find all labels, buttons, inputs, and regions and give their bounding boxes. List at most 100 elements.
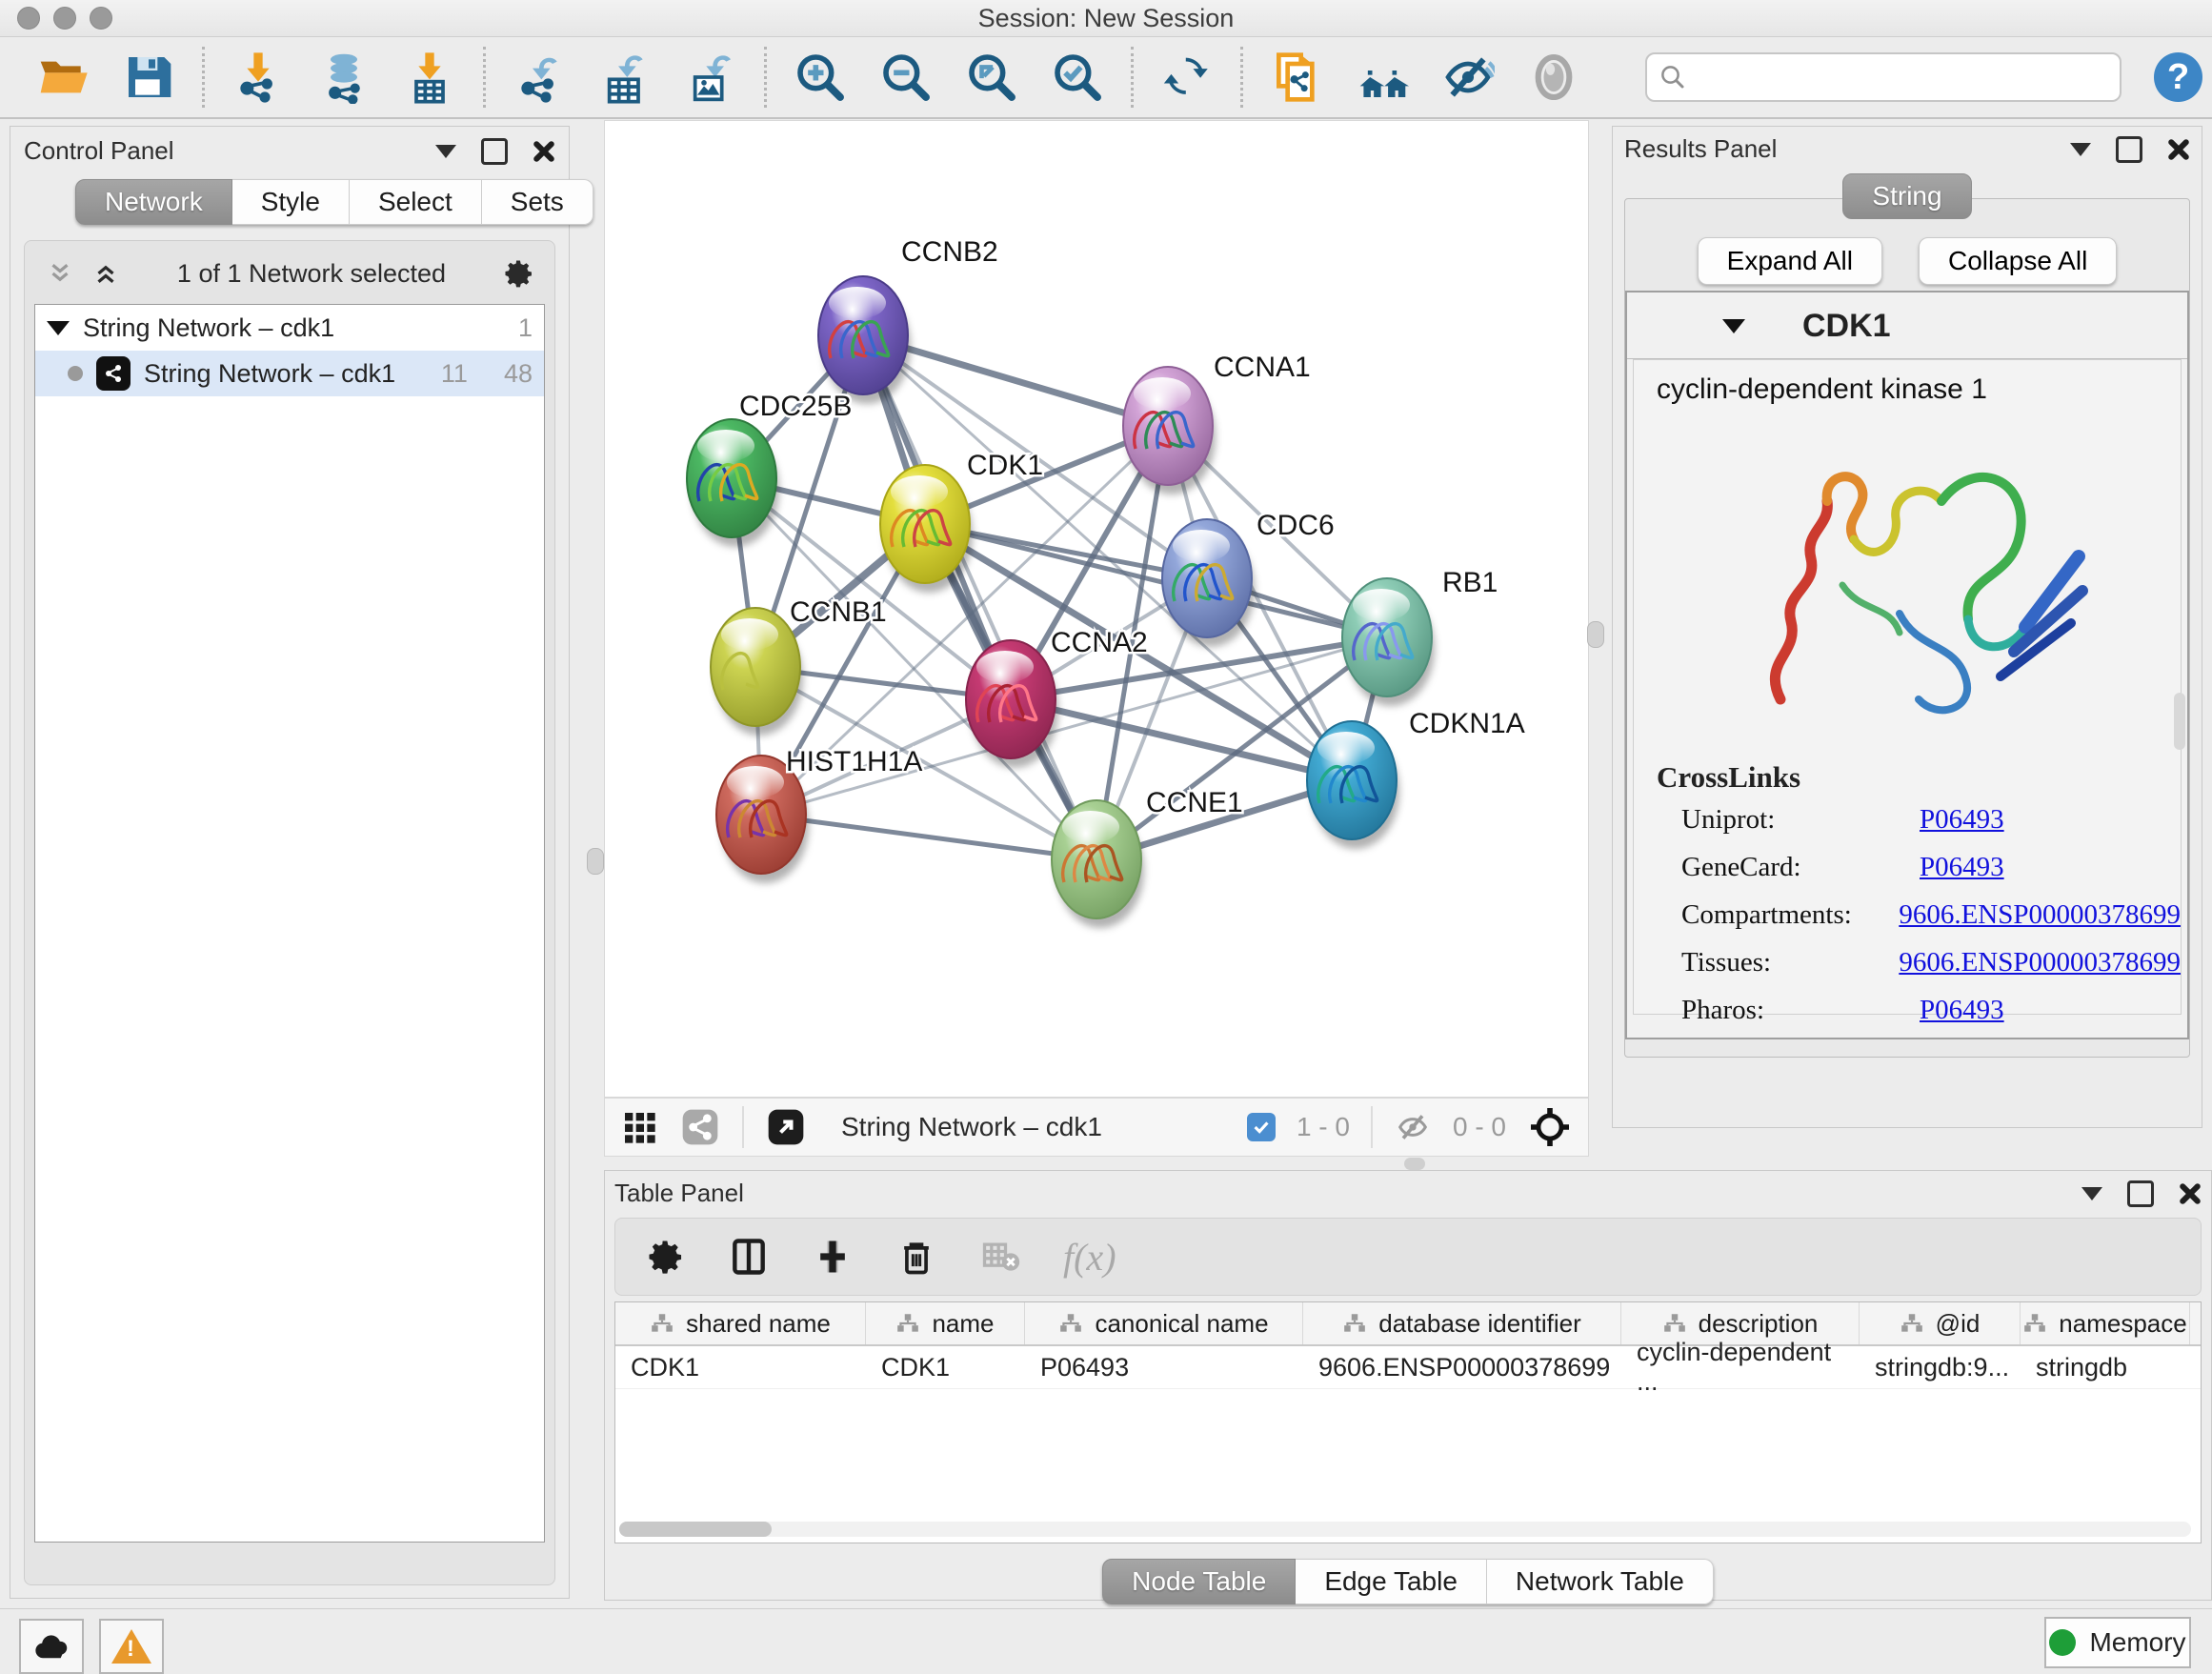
- horizontal-splitter[interactable]: [604, 1157, 2212, 1170]
- table-horizontal-scrollbar[interactable]: [619, 1522, 2191, 1537]
- crosslink-link[interactable]: P06493: [1920, 995, 2004, 1026]
- hide-selected-button[interactable]: [1439, 49, 1497, 106]
- network-canvas[interactable]: CCNB2CCNA1CDC25BCDK1CDC6RB1CCNB1CCNA2CDK…: [604, 120, 1589, 1098]
- node-RB1[interactable]: [1342, 578, 1435, 706]
- crosslink-row: Compartments:9606.ENSP00000378699: [1681, 899, 2181, 931]
- network-graph[interactable]: CCNB2CCNA1CDC25BCDK1CDC6RB1CCNB1CCNA2CDK…: [605, 121, 1588, 1097]
- tab-select[interactable]: Select: [350, 179, 482, 225]
- collapse-all-button[interactable]: Collapse All: [1919, 237, 2117, 285]
- string-home-button[interactable]: [1354, 49, 1411, 106]
- tab-node-table[interactable]: Node Table: [1102, 1559, 1296, 1604]
- close-panel-icon[interactable]: [2179, 1182, 2202, 1205]
- cloud-status-button[interactable]: [19, 1619, 84, 1674]
- column-header-name[interactable]: name: [866, 1302, 1025, 1344]
- apply-layout-button[interactable]: [1158, 49, 1216, 106]
- node-CDC25B[interactable]: [687, 419, 779, 547]
- tab-network-table[interactable]: Network Table: [1487, 1559, 1714, 1604]
- fit-selected-crosshair-icon[interactable]: [1527, 1104, 1573, 1150]
- node-table[interactable]: shared namenamecanonical namedatabase id…: [614, 1301, 2202, 1543]
- float-panel-icon[interactable]: [2127, 1180, 2154, 1207]
- right-splitter-handle[interactable]: [1587, 621, 1604, 648]
- splitter-grip[interactable]: [1404, 1158, 1425, 1170]
- crosslink-link[interactable]: P06493: [1920, 852, 2004, 883]
- tab-network[interactable]: Network: [75, 179, 232, 225]
- search-input[interactable]: [1687, 62, 2108, 93]
- node-result-header[interactable]: CDK1: [1627, 292, 2187, 359]
- float-panel-icon[interactable]: [481, 138, 508, 165]
- node-CDC6[interactable]: [1162, 519, 1255, 647]
- tab-style[interactable]: Style: [232, 179, 350, 225]
- node-CDK1[interactable]: [880, 465, 973, 593]
- show-all-button[interactable]: [1525, 49, 1582, 106]
- search-box[interactable]: [1645, 52, 2122, 102]
- help-button[interactable]: ?: [2154, 52, 2202, 102]
- zoom-in-button[interactable]: [792, 49, 849, 106]
- tab-edge-table[interactable]: Edge Table: [1296, 1559, 1487, 1604]
- edge-CCNE1-HIST1H1A[interactable]: [761, 815, 1096, 859]
- grid-view-icon[interactable]: [620, 1108, 658, 1146]
- column-header-canonical-name[interactable]: canonical name: [1025, 1302, 1303, 1344]
- edge-CCNB2-CCNE1[interactable]: [863, 335, 1096, 859]
- node-CDKN1A[interactable]: [1307, 721, 1399, 849]
- column-header-namespace[interactable]: namespace: [2021, 1302, 2190, 1344]
- left-splitter-handle[interactable]: [587, 848, 604, 875]
- table-cell[interactable]: CDK1: [866, 1346, 1025, 1388]
- clone-network-button[interactable]: [1268, 49, 1325, 106]
- crosslink-link[interactable]: 9606.ENSP00000378699: [1899, 947, 2181, 978]
- table-row[interactable]: CDK1CDK1P064939606.ENSP00000378699cyclin…: [615, 1346, 2201, 1389]
- node-CCNB2[interactable]: [818, 276, 911, 404]
- collapse-all-icon[interactable]: [44, 259, 76, 288]
- save-session-button[interactable]: [120, 49, 177, 106]
- import-network-file-button[interactable]: [230, 49, 287, 106]
- network-options-gear-icon[interactable]: [501, 256, 535, 291]
- close-panel-icon[interactable]: [2167, 138, 2190, 161]
- node-CCNE1[interactable]: [1052, 800, 1144, 928]
- results-panel: Results Panel String Expand All Collapse…: [1612, 126, 2202, 1128]
- collection-expand-icon[interactable]: [47, 321, 70, 335]
- crosslink-link[interactable]: P06493: [1920, 804, 2004, 836]
- network-collection-row[interactable]: String Network – cdk1 1: [35, 305, 544, 351]
- birdseye-view-icon[interactable]: [765, 1106, 807, 1148]
- export-table-button[interactable]: [596, 49, 654, 106]
- zoom-out-button[interactable]: [877, 49, 935, 106]
- open-file-button[interactable]: [34, 49, 91, 106]
- table-cell[interactable]: stringdb: [2021, 1346, 2190, 1388]
- table-cell[interactable]: 9606.ENSP00000378699: [1303, 1346, 1621, 1388]
- tab-string[interactable]: String: [1842, 173, 1971, 219]
- panel-menu-icon[interactable]: [2081, 1187, 2102, 1200]
- zoom-selected-button[interactable]: [1049, 49, 1106, 106]
- show-columns-icon[interactable]: [728, 1236, 770, 1278]
- network-row-selected[interactable]: String Network – cdk1 11 48: [35, 351, 544, 396]
- expand-all-button[interactable]: Expand All: [1698, 237, 1882, 285]
- close-panel-icon[interactable]: [533, 140, 555, 163]
- float-panel-icon[interactable]: [2116, 136, 2142, 163]
- column-header--id[interactable]: @id: [1860, 1302, 2021, 1344]
- export-network-button[interactable]: [511, 49, 568, 106]
- zoom-fit-button[interactable]: [963, 49, 1020, 106]
- selected-checkbox-icon[interactable]: [1247, 1113, 1276, 1141]
- string-network-icon[interactable]: [679, 1106, 721, 1148]
- results-scrollbar[interactable]: [2174, 693, 2185, 750]
- export-image-button[interactable]: [682, 49, 739, 106]
- import-table-button[interactable]: [401, 49, 458, 106]
- warning-status-button[interactable]: [99, 1619, 164, 1674]
- create-column-plus-icon[interactable]: [812, 1236, 854, 1278]
- table-options-gear-icon[interactable]: [644, 1236, 686, 1278]
- entry-collapse-icon[interactable]: [1722, 319, 1745, 333]
- memory-button[interactable]: Memory: [2044, 1617, 2191, 1668]
- table-cell[interactable]: P06493: [1025, 1346, 1303, 1388]
- scrollbar-thumb[interactable]: [619, 1522, 772, 1537]
- expand-all-icon[interactable]: [90, 259, 122, 288]
- crosslink-link[interactable]: 9606.ENSP00000378699: [1899, 899, 2181, 931]
- table-cell[interactable]: stringdb:9...: [1860, 1346, 2021, 1388]
- tab-sets[interactable]: Sets: [482, 179, 593, 225]
- node-CCNA2[interactable]: [966, 640, 1058, 768]
- panel-menu-icon[interactable]: [2070, 143, 2091, 156]
- delete-column-trash-icon[interactable]: [895, 1236, 937, 1278]
- import-network-database-button[interactable]: [315, 49, 372, 106]
- table-cell[interactable]: cyclin-dependent ...: [1621, 1346, 1860, 1388]
- table-cell[interactable]: CDK1: [615, 1346, 866, 1388]
- panel-menu-icon[interactable]: [435, 145, 456, 158]
- column-header-database-identifier[interactable]: database identifier: [1303, 1302, 1621, 1344]
- column-header-shared-name[interactable]: shared name: [615, 1302, 866, 1344]
